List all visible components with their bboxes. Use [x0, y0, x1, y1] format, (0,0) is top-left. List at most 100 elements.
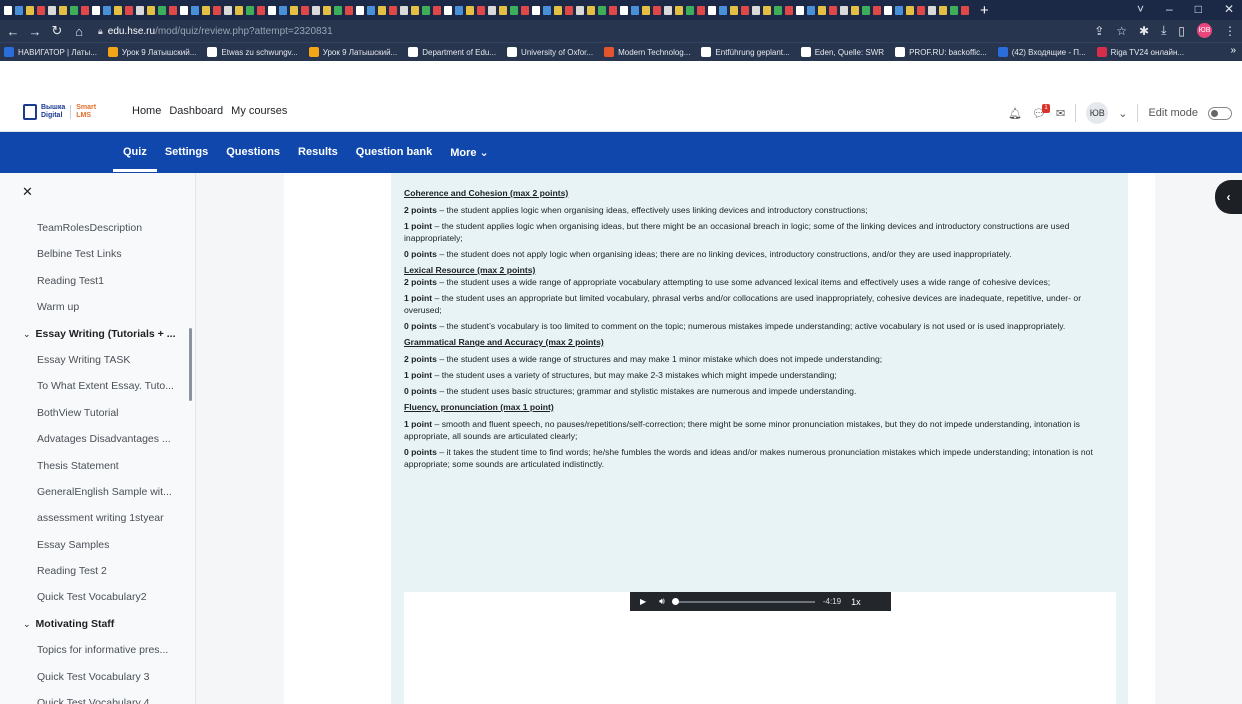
browser-tab[interactable] [345, 5, 353, 15]
browser-tab[interactable] [642, 5, 650, 15]
nav-home[interactable]: Home [132, 105, 161, 117]
browser-tab[interactable] [4, 5, 12, 15]
browser-tab[interactable] [796, 5, 804, 15]
browser-tab[interactable] [202, 5, 210, 15]
tab-settings[interactable]: Settings [165, 146, 208, 159]
browser-tab[interactable] [653, 5, 661, 15]
course-activity-item[interactable]: Advatages Disadvantages ... [0, 426, 195, 452]
browser-tab[interactable] [675, 5, 683, 15]
browser-tab[interactable] [400, 5, 408, 15]
browser-tab[interactable] [840, 5, 848, 15]
browser-tab[interactable] [686, 5, 694, 15]
course-activity-item[interactable]: Topics for informative pres... [0, 637, 195, 663]
browser-tab[interactable] [15, 5, 23, 15]
bookmark-item[interactable]: (42) Входящие - П... [997, 47, 1086, 57]
browser-tab[interactable] [576, 5, 584, 15]
browser-tab[interactable] [158, 5, 166, 15]
close-icon[interactable]: ✕ [1224, 2, 1234, 16]
browser-tab[interactable] [818, 5, 826, 15]
tab-search-icon[interactable]: ˅ [1137, 2, 1144, 16]
nav-dashboard[interactable]: Dashboard [169, 105, 223, 117]
edit-mode-toggle[interactable] [1208, 106, 1232, 120]
browser-tab[interactable] [455, 5, 463, 15]
home-icon[interactable]: ⌂ [70, 24, 88, 39]
share-icon[interactable]: ⇪ [1094, 24, 1104, 38]
browser-tab[interactable] [873, 5, 881, 15]
browser-tab[interactable] [213, 5, 221, 15]
browser-tab[interactable] [334, 5, 342, 15]
browser-tab[interactable] [862, 5, 870, 15]
browser-tab[interactable] [466, 5, 474, 15]
browser-tab[interactable] [422, 5, 430, 15]
browser-tab[interactable] [499, 5, 507, 15]
bookmark-item[interactable]: Modern Technolog... [604, 47, 690, 57]
maximize-icon[interactable]: □ [1195, 2, 1202, 16]
course-activity-item[interactable]: BothView Tutorial [0, 400, 195, 426]
browser-tab[interactable] [26, 5, 34, 15]
course-activity-item[interactable]: Thesis Statement [0, 453, 195, 479]
browser-tab[interactable] [103, 5, 111, 15]
browser-tab[interactable] [917, 5, 925, 15]
course-activity-item[interactable]: Quick Test Vocabulary2 [0, 584, 195, 610]
sidepanel-icon[interactable]: ▯ [1178, 24, 1185, 38]
browser-tab[interactable] [246, 5, 254, 15]
bookmark-item[interactable]: НАВИГАТОР | Латы... [4, 47, 97, 57]
browser-tab[interactable] [631, 5, 639, 15]
browser-tab[interactable] [884, 5, 892, 15]
browser-tab[interactable] [598, 5, 606, 15]
volume-icon[interactable]: 🔊︎ [659, 596, 665, 607]
browser-tab[interactable] [268, 5, 276, 15]
browser-tab[interactable] [829, 5, 837, 15]
profile-avatar[interactable]: ЮВ [1197, 23, 1212, 38]
browser-tab[interactable] [708, 5, 716, 15]
browser-tab[interactable] [180, 5, 188, 15]
browser-tab[interactable] [928, 5, 936, 15]
bookmarks-more-icon[interactable]: » [1230, 45, 1236, 56]
browser-tab[interactable] [741, 5, 749, 15]
bookmark-item[interactable]: University of Oxfor... [507, 47, 593, 57]
course-activity-item[interactable]: Reading Test 2 [0, 558, 195, 584]
browser-tab[interactable] [257, 5, 265, 15]
course-activity-item[interactable]: assessment writing 1styear [0, 505, 195, 531]
course-activity-item[interactable]: Belbine Test Links [0, 241, 195, 267]
mail-icon[interactable]: ✉ [1056, 107, 1065, 120]
tab-results[interactable]: Results [298, 146, 338, 159]
bookmark-item[interactable]: Department of Edu... [408, 47, 496, 57]
drawer-scrollbar[interactable] [189, 328, 192, 401]
browser-tab[interactable] [510, 5, 518, 15]
browser-tab[interactable] [587, 5, 595, 15]
notifications-bell-icon[interactable]: 🔔︎ [1008, 107, 1022, 120]
browser-tab[interactable] [224, 5, 232, 15]
browser-tab[interactable] [620, 5, 628, 15]
course-activity-item[interactable]: Essay Writing TASK [0, 347, 195, 373]
browser-tab[interactable] [37, 5, 45, 15]
avatar[interactable]: ЮВ [1086, 102, 1109, 124]
browser-tab[interactable] [389, 5, 397, 15]
browser-tab[interactable] [356, 5, 364, 15]
bookmark-star-icon[interactable]: ☆ [1116, 24, 1127, 38]
browser-tab[interactable] [191, 5, 199, 15]
site-logo[interactable]: Вышка Digital Smart LMS [23, 104, 96, 120]
bookmark-item[interactable]: PROF.RU: backoffic... [895, 47, 987, 57]
browser-tab[interactable] [774, 5, 782, 15]
course-section-item[interactable]: ⌄ Essay Writing (Tutorials + ... [0, 321, 195, 347]
browser-tab[interactable] [939, 5, 947, 15]
course-activity-item[interactable]: Essay Samples [0, 532, 195, 558]
browser-tab[interactable] [411, 5, 419, 15]
browser-tab[interactable] [532, 5, 540, 15]
browser-tab[interactable] [444, 5, 452, 15]
browser-tab[interactable] [81, 5, 89, 15]
close-icon[interactable]: ✕ [22, 184, 33, 200]
browser-tab[interactable] [290, 5, 298, 15]
url-field[interactable]: 🔒︎ edu.hse.ru /mod/quiz/review.php?attem… [98, 26, 333, 37]
block-drawer-toggle[interactable]: ‹ [1215, 180, 1242, 214]
course-activity-item[interactable]: To What Extent Essay. Tuto... [0, 373, 195, 399]
chevron-down-icon[interactable]: ⌄ [1118, 107, 1127, 120]
tab-quiz[interactable]: Quiz [113, 146, 157, 172]
browser-tab[interactable] [312, 5, 320, 15]
browser-tab[interactable] [433, 5, 441, 15]
browser-tab[interactable] [950, 5, 958, 15]
bookmark-item[interactable]: Eden, Quelle: SWR [800, 47, 884, 57]
browser-tab[interactable] [92, 5, 100, 15]
browser-tab[interactable] [961, 5, 969, 15]
